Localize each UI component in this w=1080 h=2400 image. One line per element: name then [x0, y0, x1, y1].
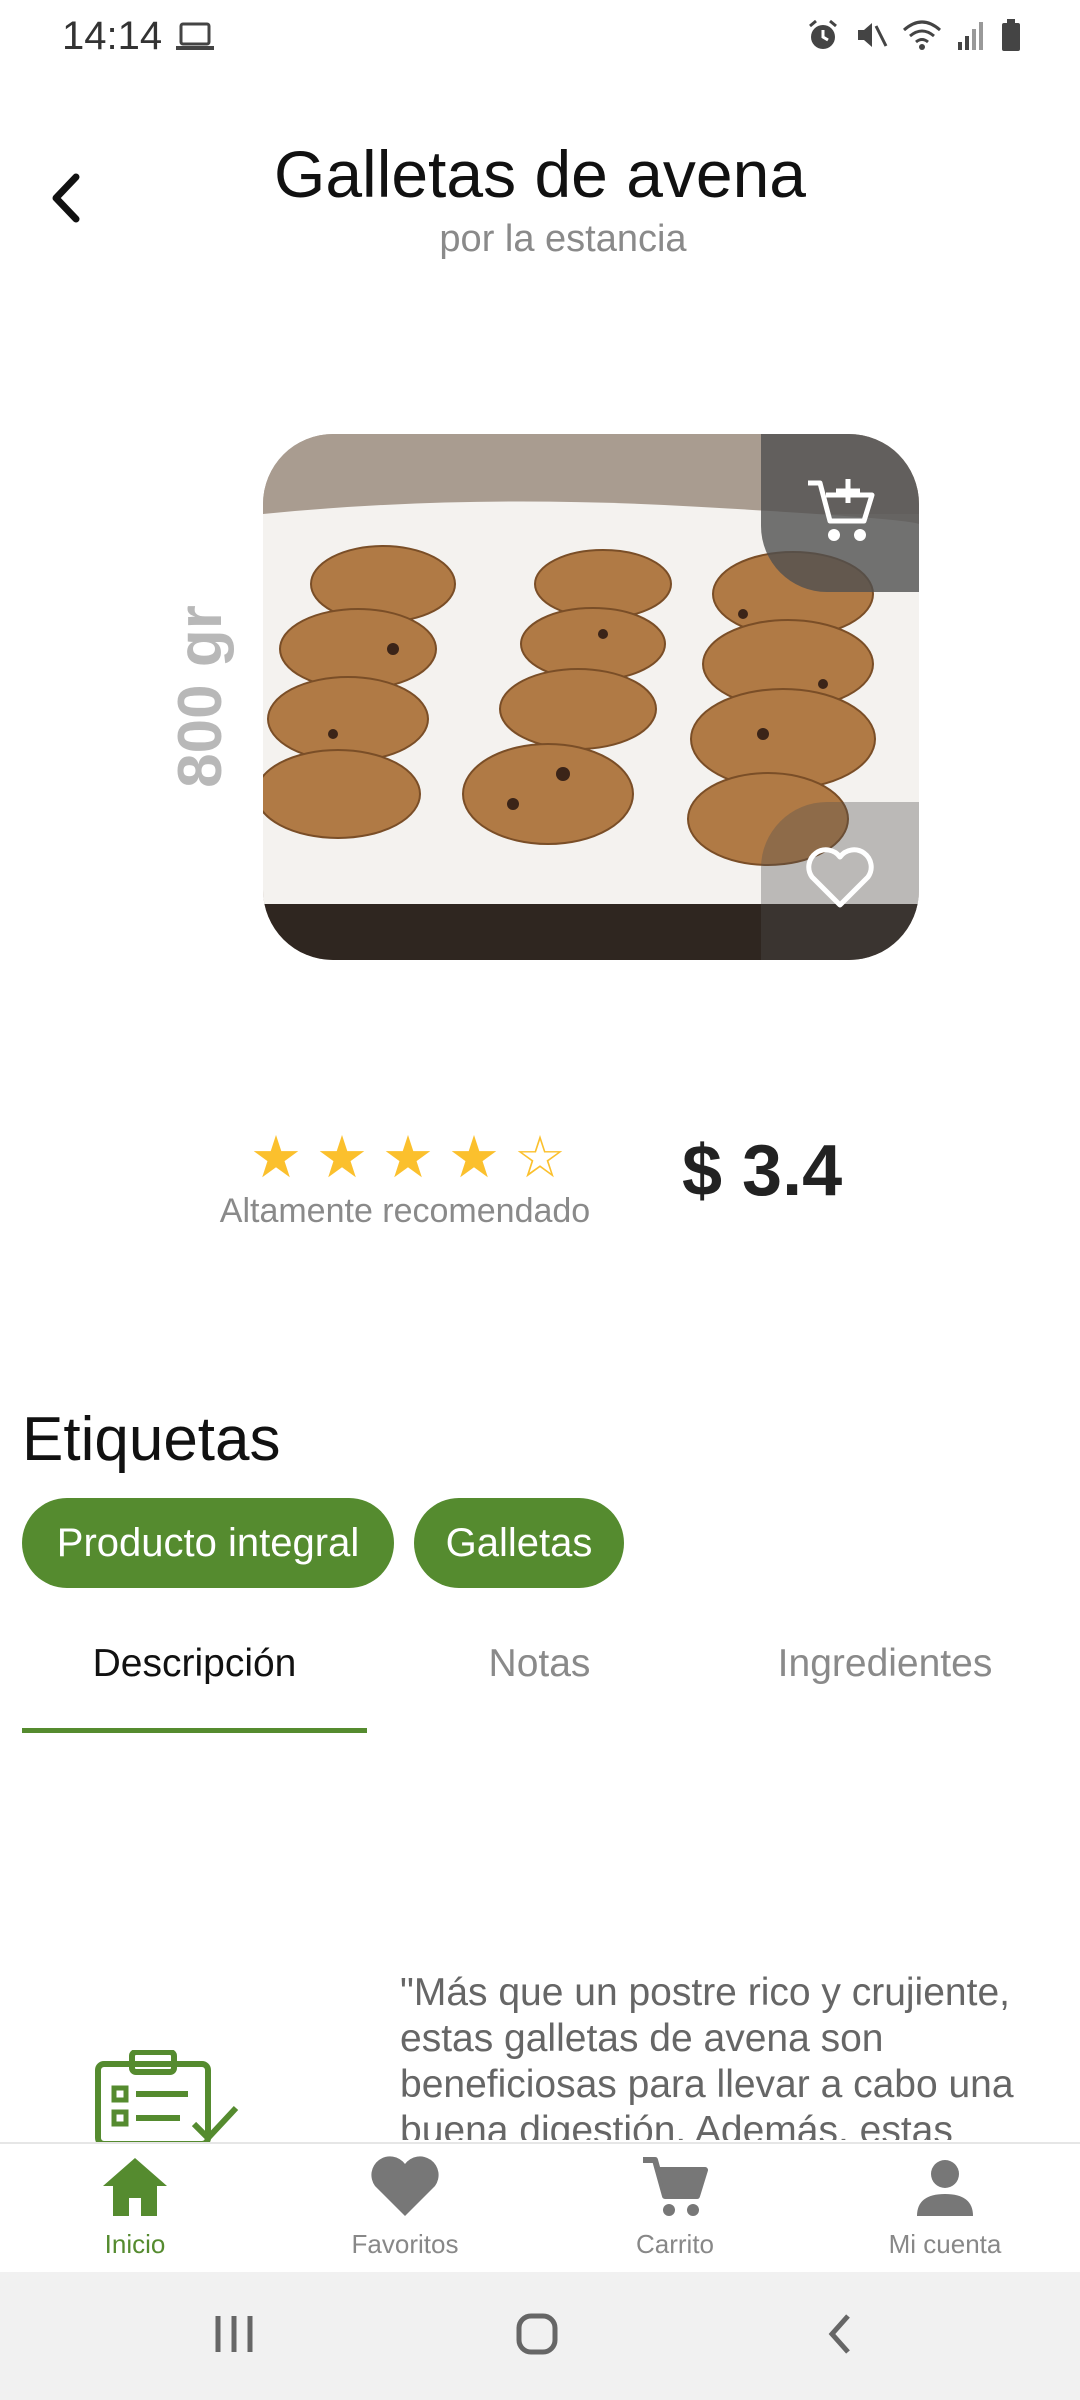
account-icon	[909, 2154, 981, 2225]
home-system-button[interactable]	[497, 2306, 577, 2366]
price: $ 3.4	[682, 1131, 843, 1211]
cart-icon	[639, 2154, 711, 2225]
tab-notas[interactable]: Notas	[367, 1642, 712, 1702]
back-chevron-icon	[820, 2310, 860, 2363]
weight-text: 800 gr	[165, 604, 235, 788]
home-circle-icon	[513, 2310, 561, 2363]
clipboard-check-icon	[92, 2049, 242, 2147]
star-filled-icon: ★	[316, 1125, 368, 1190]
star-filled-icon: ★	[382, 1125, 434, 1190]
star-filled-icon: ★	[250, 1125, 302, 1190]
status-icons	[806, 18, 1022, 57]
nav-label: Mi cuenta	[888, 2229, 1002, 2259]
product-image-card	[263, 434, 919, 960]
nav-inicio[interactable]: Inicio	[0, 2144, 270, 2274]
nav-label: Favoritos	[351, 2229, 459, 2259]
cart-plus-icon	[804, 475, 876, 552]
rating-caption: Altamente recomendado	[219, 1192, 591, 1230]
nav-carrito[interactable]: Carrito	[540, 2144, 810, 2274]
system-nav-bar	[0, 2272, 1080, 2400]
nav-label: Inicio	[104, 2229, 166, 2259]
favorite-button[interactable]	[761, 802, 919, 960]
heart-outline-icon	[804, 846, 876, 916]
battery-icon	[1000, 18, 1022, 57]
tags-title: Etiquetas	[22, 1405, 281, 1474]
nav-favoritos[interactable]: Favoritos	[270, 2144, 540, 2274]
tag-chip[interactable]: Producto integral	[22, 1498, 394, 1588]
status-time: 14:14	[62, 14, 163, 58]
tab-indicator	[22, 1728, 367, 1733]
bottom-nav: Inicio Favoritos Carrito Mi cuenta	[0, 2142, 1080, 2274]
weight-label: 800 gr	[140, 596, 260, 796]
mute-icon	[854, 18, 888, 57]
tab-descripcion[interactable]: Descripción	[22, 1642, 367, 1702]
wifi-icon	[902, 18, 942, 57]
recent-apps-icon	[212, 2312, 256, 2361]
page-title: Galletas de avena	[273, 137, 807, 211]
nav-label: Carrito	[635, 2229, 714, 2259]
status-bar: 14:14	[0, 0, 1080, 78]
star-outline-icon: ☆	[514, 1125, 566, 1190]
back-system-button[interactable]	[800, 2306, 880, 2366]
heart-icon	[369, 2154, 441, 2225]
star-filled-icon: ★	[448, 1125, 500, 1190]
recent-apps-button[interactable]	[194, 2306, 274, 2366]
rating-stars: ★ ★ ★ ★ ☆	[250, 1128, 566, 1188]
nav-mi-cuenta[interactable]: Mi cuenta	[810, 2144, 1080, 2274]
description-text: "Más que un postre rico y crujiente, est…	[400, 1971, 1014, 2140]
laptop-icon	[176, 22, 214, 57]
tab-ingredientes[interactable]: Ingredientes	[712, 1642, 1058, 1702]
page-subtitle: por la estancia	[439, 218, 687, 260]
signal-icon	[956, 18, 986, 57]
home-icon	[99, 2154, 171, 2225]
alarm-icon	[806, 18, 840, 57]
tag-chip[interactable]: Galletas	[414, 1498, 624, 1588]
add-to-cart-button[interactable]	[761, 434, 919, 592]
